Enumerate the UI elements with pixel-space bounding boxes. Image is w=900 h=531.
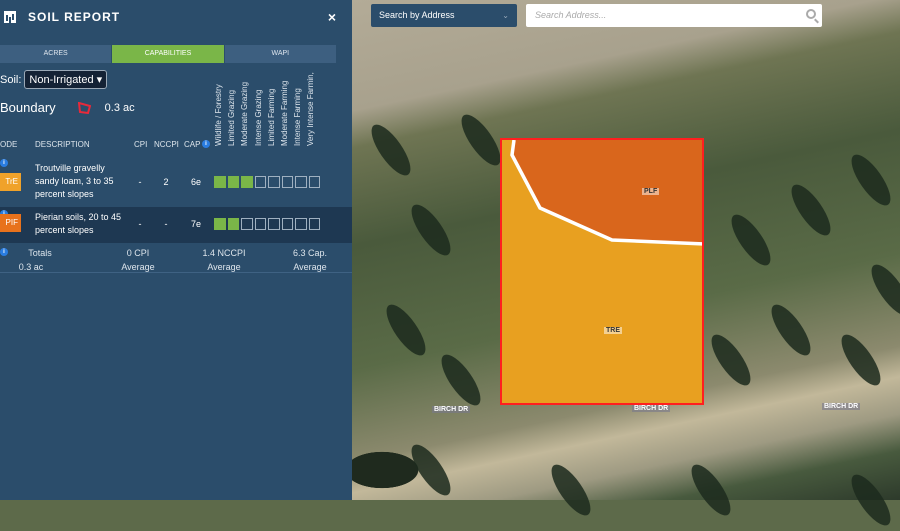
- info-icon[interactable]: i: [0, 159, 8, 167]
- col-cpi: CPI: [134, 140, 148, 149]
- capability-box: [227, 176, 239, 188]
- cap-header: Intense Farming: [293, 88, 303, 146]
- soil-label: Soil:: [0, 73, 22, 86]
- capability-headers: Wildlife / Forestry Limited Grazing Mode…: [214, 68, 320, 146]
- capability-box: [281, 218, 293, 230]
- search-icon[interactable]: [806, 9, 816, 19]
- cap-header: Moderate Farming: [279, 80, 289, 146]
- soil-description: Pierian soils, 20 to 45 percent slopes: [35, 212, 122, 235]
- totals-cpi: 0 CPI: [126, 248, 150, 258]
- map-label-plf: PLF: [642, 188, 660, 195]
- boundary-acres: 0.3 ac: [104, 101, 135, 114]
- capability-box: [268, 218, 280, 230]
- nccpi-value: -: [164, 219, 168, 229]
- col-cap: CAP: [184, 140, 201, 149]
- chevron-down-icon: ⌄: [502, 11, 509, 20]
- capability-box: [241, 176, 253, 188]
- tab-acres[interactable]: ACRES: [0, 45, 113, 63]
- totals-cap: 6.3 Cap.: [292, 248, 328, 258]
- soil-polygons: [510, 140, 702, 246]
- cpi-value: -: [138, 177, 142, 187]
- address-search-input[interactable]: Search Address...: [526, 4, 822, 27]
- capability-box: [308, 176, 320, 188]
- capability-box: [254, 218, 266, 230]
- capability-boxes: [214, 176, 320, 188]
- capability-box: [214, 218, 226, 230]
- tab-bar: ACRES CAPABILITIES WAPI: [0, 45, 337, 63]
- totals-cpi-sub: Average: [121, 262, 155, 272]
- chart-icon: [4, 11, 16, 23]
- totals-label: Totals: [28, 248, 52, 258]
- parcel-boundary[interactable]: PLF TRE: [500, 138, 704, 405]
- cap-header: Very Intense Farmin,: [306, 72, 316, 146]
- road-label: BIRCH DR: [822, 403, 861, 410]
- capability-box: [295, 176, 307, 188]
- cpi-value: -: [138, 219, 142, 229]
- search-mode-dropdown[interactable]: Search by Address ⌄: [371, 4, 517, 27]
- cap-value: 7e: [190, 219, 201, 229]
- cap-header: Moderate Grazing: [240, 81, 250, 146]
- info-icon[interactable]: i: [0, 248, 8, 256]
- tab-wapi[interactable]: WAPI: [224, 45, 337, 63]
- tab-capabilities[interactable]: CAPABILITIES: [112, 45, 225, 63]
- road-label: BIRCH DR: [432, 406, 471, 413]
- capability-box: [308, 218, 320, 230]
- column-headers: ODE DESCRIPTION CPI NCCPI CAP i: [0, 136, 352, 154]
- capability-boxes: [214, 218, 320, 230]
- soil-code-badge: TrE: [0, 173, 21, 191]
- cap-header: Limited Grazing: [227, 89, 237, 146]
- table-row[interactable]: TrE Troutville gravelly sandy loam, 3 to…: [0, 156, 352, 206]
- road-label: BIRCH DR: [632, 405, 671, 412]
- totals-acres: 0.3 ac: [18, 262, 44, 272]
- info-icon[interactable]: i: [202, 140, 210, 148]
- table-row[interactable]: PIF Pierian soils, 20 to 45 percent slop…: [0, 207, 352, 243]
- totals-nccpi: 1.4 NCCPI: [202, 248, 246, 258]
- nccpi-value: 2: [163, 177, 169, 187]
- close-button[interactable]: ×: [328, 9, 336, 25]
- capability-box: [281, 176, 293, 188]
- col-description: DESCRIPTION: [35, 140, 90, 149]
- totals-row: Totals 0.3 ac i 0 CPI Average 1.4 NCCPI …: [0, 245, 352, 273]
- capability-box: [254, 176, 266, 188]
- boundary-polygon-icon: [77, 101, 91, 114]
- soil-description: Troutville gravelly sandy loam, 3 to 35 …: [35, 163, 114, 199]
- soil-code-badge: PIF: [0, 214, 21, 232]
- soil-report-panel: SOIL REPORT × ACRES CAPABILITIES WAPI So…: [0, 0, 352, 500]
- capability-box: [227, 218, 239, 230]
- capability-box: [295, 218, 307, 230]
- cap-header: Wildlife / Forestry: [214, 84, 223, 146]
- col-nccpi: NCCPI: [154, 140, 179, 149]
- capability-box: [214, 176, 226, 188]
- cap-header: Limited Farming: [266, 88, 276, 146]
- cap-value: 6e: [190, 177, 201, 187]
- search-mode-label: Search by Address: [379, 10, 455, 20]
- boundary-label: Boundary: [0, 100, 56, 115]
- capability-box: [268, 176, 280, 188]
- totals-cap-sub: Average: [293, 262, 327, 272]
- soil-type-select[interactable]: Non-Irrigated ▾: [24, 70, 108, 89]
- panel-title: SOIL REPORT: [28, 10, 121, 24]
- search-placeholder: Search Address...: [535, 10, 607, 20]
- map-label-tre: TRE: [604, 327, 622, 334]
- cap-header: Intense Grazing: [253, 89, 263, 146]
- col-code: ODE: [0, 140, 18, 149]
- soil-polygon-plf: [514, 140, 702, 244]
- totals-nccpi-sub: Average: [207, 262, 241, 272]
- capability-box: [241, 218, 253, 230]
